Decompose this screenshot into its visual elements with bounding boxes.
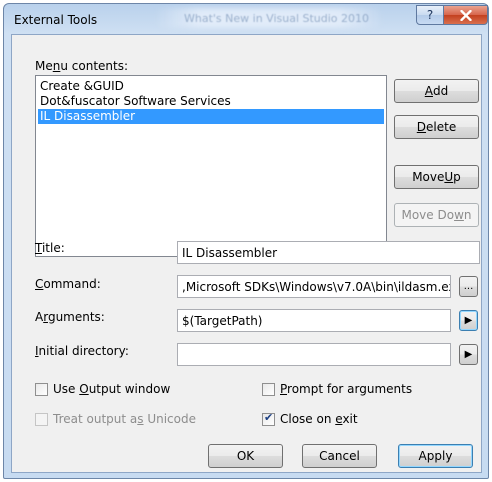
title-field[interactable]: IL Disassembler [177, 241, 480, 264]
cancel-button[interactable]: Cancel [302, 444, 377, 468]
close-button[interactable] [443, 5, 488, 25]
close-icon [459, 9, 472, 21]
menu-contents-list[interactable]: Create &GUID Dot&fuscator Software Servi… [35, 75, 387, 257]
move-up-button[interactable]: Move Up [394, 165, 479, 189]
add-button[interactable]: Add [394, 79, 479, 103]
arrow-right-icon: ▶ [464, 315, 473, 326]
arguments-label: Arguments: [35, 310, 105, 324]
ok-button[interactable]: OK [208, 444, 283, 468]
close-on-exit-label[interactable]: Close on exit [280, 412, 358, 426]
list-item[interactable]: Dot&fuscator Software Services [38, 94, 384, 109]
title-label: Title: [35, 241, 65, 255]
command-label: Command: [35, 277, 101, 291]
command-field[interactable]: ,Microsoft SDKs\Windows\v7.0A\bin\ildasm… [177, 275, 451, 298]
browse-button[interactable]: ... [459, 276, 478, 297]
check-icon: ✔ [264, 411, 274, 424]
help-icon: ? [426, 8, 434, 22]
window-title: External Tools [14, 13, 98, 27]
external-tools-dialog: External Tools What's New in Visual Stud… [3, 3, 489, 479]
close-on-exit-checkbox[interactable]: ✔ [262, 411, 275, 426]
initial-directory-label: Initial directory: [35, 344, 129, 358]
prompt-for-arguments-checkbox[interactable] [262, 383, 275, 396]
initial-directory-macro-button[interactable]: ▶ [459, 344, 478, 365]
background-window-title: What's New in Visual Studio 2010 [184, 12, 370, 25]
list-item[interactable]: IL Disassembler [38, 109, 384, 124]
dialog-client-area: Menu contents: Create &GUID Dot&fuscator… [11, 34, 482, 473]
title-bar: External Tools What's New in Visual Stud… [4, 4, 488, 34]
arguments-field[interactable]: $(TargetPath) [177, 309, 451, 332]
arrow-right-icon: ▶ [464, 349, 473, 360]
treat-output-unicode-checkbox[interactable] [35, 413, 48, 426]
apply-button[interactable]: Apply [398, 444, 473, 468]
treat-output-unicode-label[interactable]: Treat output as Unicode [53, 412, 196, 426]
arguments-macro-button[interactable]: ▶ [459, 310, 478, 331]
use-output-window-label[interactable]: Use Output window [53, 382, 170, 396]
prompt-for-arguments-label[interactable]: Prompt for arguments [280, 382, 412, 396]
move-down-button[interactable]: Move Do w n [394, 203, 479, 227]
delete-button[interactable]: Delete [394, 115, 479, 139]
initial-directory-field[interactable] [177, 343, 451, 366]
command-value: ,Microsoft SDKs\Windows\v7.0A\bin\ildasm… [182, 280, 451, 294]
use-output-window-checkbox[interactable] [35, 383, 48, 396]
menu-contents-label: Menu contents: [35, 59, 129, 73]
help-button[interactable]: ? [416, 5, 444, 25]
list-item[interactable]: Create &GUID [38, 79, 384, 94]
